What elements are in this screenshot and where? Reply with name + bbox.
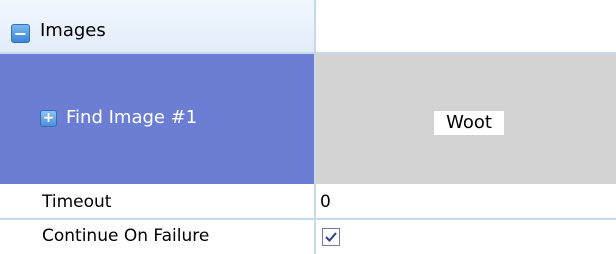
continue-on-failure-checkbox[interactable] — [322, 228, 340, 246]
category-row-right — [316, 0, 616, 54]
find-image-label-cell[interactable]: + Find Image #1 — [0, 54, 314, 184]
property-grid: − Images + Find Image #1 Woot Timeout 0 … — [0, 0, 616, 254]
timeout-label-cell: Timeout — [0, 186, 314, 220]
timeout-value-cell[interactable] — [316, 186, 616, 220]
timeout-row[interactable]: Timeout 0 — [0, 186, 616, 220]
timeout-label: Timeout — [42, 192, 112, 212]
continue-on-failure-row[interactable]: Continue On Failure — [0, 220, 616, 254]
continue-on-failure-label-cell: Continue On Failure — [0, 220, 314, 252]
category-row-left: − Images — [0, 0, 314, 54]
expand-icon[interactable]: + — [40, 110, 57, 127]
continue-on-failure-label: Continue On Failure — [42, 226, 210, 246]
continue-on-failure-value-cell[interactable] — [316, 220, 616, 252]
find-image-row[interactable]: + Find Image #1 Woot — [0, 54, 616, 184]
find-image-label: Find Image #1 — [66, 107, 198, 128]
checkmark-icon — [325, 232, 337, 242]
category-label: Images — [40, 20, 106, 41]
timeout-value[interactable]: 0 — [320, 192, 331, 212]
category-row-images[interactable]: − Images — [0, 0, 616, 54]
image-preview-text: Woot — [434, 111, 504, 135]
collapse-icon[interactable]: − — [11, 24, 30, 43]
